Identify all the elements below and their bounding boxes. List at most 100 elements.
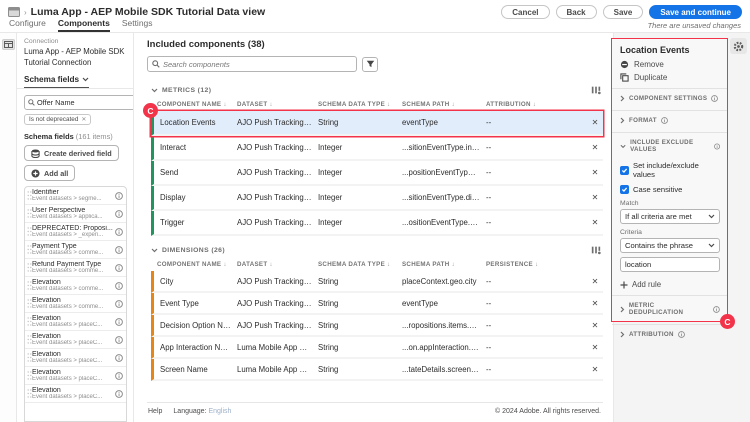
column-header[interactable]: ATTRIBUTION ↓ xyxy=(486,101,587,108)
column-header[interactable]: COMPONENT NAME ↓ xyxy=(157,101,237,108)
info-icon[interactable] xyxy=(115,335,123,344)
schema-field-item[interactable]: Elevation Event datasets > comme... xyxy=(25,295,126,314)
remove-component-icon[interactable]: ✕ xyxy=(587,218,603,227)
set-include-exclude-checkbox[interactable]: Set include/exclude values xyxy=(620,161,720,179)
connection-label: Connection xyxy=(24,38,59,45)
remove-component-icon[interactable]: ✕ xyxy=(587,168,603,177)
remove-component-icon[interactable]: ✕ xyxy=(587,343,603,352)
column-header[interactable]: DATASET ↓ xyxy=(237,101,318,108)
info-icon[interactable] xyxy=(115,299,123,308)
column-header[interactable]: PERSISTENCE ↓ xyxy=(486,261,587,268)
schema-field-item[interactable]: Elevation Event datasets > comme... xyxy=(25,277,126,296)
schema-field-item[interactable]: Elevation Event datasets > placeC... xyxy=(25,385,126,404)
metric-deduplication-section[interactable]: METRIC DEDUPLICATION xyxy=(620,296,720,318)
components-search-input[interactable] xyxy=(163,59,352,69)
criteria-select[interactable]: Contains the phrase xyxy=(620,238,720,253)
info-icon[interactable] xyxy=(115,263,123,272)
language-setting[interactable]: Language: English xyxy=(173,408,231,415)
component-row[interactable]: Send AJO Push Tracking Expe...Integer ...p… xyxy=(151,161,603,186)
settings-gear-button[interactable] xyxy=(730,38,747,54)
schema-fields-dropdown[interactable]: Schema fields xyxy=(24,75,90,90)
include-exclude-section[interactable]: INCLUDE EXCLUDE VALUES xyxy=(620,133,720,155)
component-row[interactable]: Location Events AJO Push Tracking Expe...… xyxy=(143,103,603,136)
info-icon[interactable] xyxy=(115,371,123,380)
column-header[interactable]: SCHEMA DATA TYPE ↓ xyxy=(318,261,402,268)
cancel-button[interactable]: Cancel xyxy=(501,5,550,19)
tab-settings[interactable]: Settings xyxy=(122,18,153,32)
component-row[interactable]: Interact AJO Push Tracking Expe...Integer… xyxy=(151,136,603,161)
tab-configure[interactable]: Configure xyxy=(9,18,46,32)
remove-chip-icon[interactable]: ✕ xyxy=(81,116,86,123)
remove-component-icon[interactable]: ✕ xyxy=(587,277,603,286)
component-settings-section[interactable]: COMPONENT SETTINGS xyxy=(620,89,720,104)
info-icon[interactable] xyxy=(115,191,123,200)
component-row[interactable]: App Interaction Name Luma Mobile App Even… xyxy=(151,337,603,359)
remove-component-icon[interactable]: ✕ xyxy=(587,365,603,374)
remove-component-icon[interactable]: ✕ xyxy=(587,299,603,308)
field-name: Refund Payment Type xyxy=(32,261,102,269)
schema-field-item[interactable]: Elevation Event datasets > placeC... xyxy=(25,367,126,386)
schema-field-item[interactable]: User Perspective Event datasets > applica… xyxy=(25,205,126,224)
save-button[interactable]: Save xyxy=(602,5,644,19)
language-value[interactable]: English xyxy=(208,408,231,415)
component-row[interactable]: Screen Name Luma Mobile App Event... Strin… xyxy=(151,359,603,381)
component-row[interactable]: Event Type AJO Push Tracking Expe...Strin… xyxy=(151,293,603,315)
schema-field-item[interactable]: Refund Payment Type Event datasets > comm… xyxy=(25,259,126,278)
column-header[interactable]: COMPONENT NAME ↓ xyxy=(157,261,237,268)
match-select[interactable]: If all criteria are met xyxy=(620,209,720,224)
component-row[interactable]: Trigger AJO Push Tracking Expe...Integer.… xyxy=(151,211,603,236)
column-settings-icon[interactable] xyxy=(591,85,601,95)
cell-type: Integer xyxy=(318,168,343,177)
remove-component-button[interactable]: Remove xyxy=(620,60,720,69)
field-path: Event datasets > _experi... xyxy=(32,232,104,239)
remove-component-icon[interactable]: ✕ xyxy=(587,193,603,202)
filter-chip-not-deprecated[interactable]: Is not deprecated ✕ xyxy=(24,114,92,126)
component-row[interactable]: City AJO Push Tracking Expe...String place… xyxy=(151,271,603,293)
column-header[interactable]: SCHEMA PATH ↓ xyxy=(402,261,486,268)
column-header[interactable]: DATASET ↓ xyxy=(237,261,318,268)
schema-field-item[interactable]: Elevation Event datasets > placeC... xyxy=(25,331,126,350)
remove-component-icon[interactable]: ✕ xyxy=(587,321,603,330)
info-icon[interactable] xyxy=(115,317,123,326)
data-views-rail-icon[interactable] xyxy=(1,39,15,50)
help-link[interactable]: Help xyxy=(148,408,162,415)
case-sensitive-checkbox[interactable]: Case sensitive xyxy=(620,185,720,194)
add-rule-button[interactable]: Add rule xyxy=(620,280,720,289)
save-and-continue-button[interactable]: Save and continue xyxy=(649,5,742,19)
tab-components[interactable]: Components xyxy=(57,18,110,32)
cell-dataset: AJO Push Tracking Expe... xyxy=(237,298,318,308)
info-icon[interactable] xyxy=(115,209,123,218)
schema-field-item[interactable]: Identifier Event datasets > segme... xyxy=(25,187,126,206)
info-icon[interactable] xyxy=(115,281,123,290)
info-icon xyxy=(713,305,720,313)
remove-component-icon[interactable]: ✕ xyxy=(587,143,603,152)
component-row[interactable]: Decision Option Name AJO Push Tracking Ex… xyxy=(151,315,603,337)
schema-search-input[interactable] xyxy=(37,98,131,108)
schema-sidebar: Connection Luma App - AEP Mobile SDK Tut… xyxy=(17,33,134,422)
attribution-section[interactable]: ATTRIBUTION xyxy=(620,325,720,340)
components-filter-button[interactable] xyxy=(362,56,378,72)
schema-field-item[interactable]: DEPRECATED: Proposi... Event datasets > _… xyxy=(25,223,126,242)
column-header[interactable]: SCHEMA PATH ↓ xyxy=(402,101,486,108)
create-derived-field-button[interactable]: Create derived field xyxy=(24,145,119,162)
info-icon[interactable] xyxy=(115,245,123,254)
format-section[interactable]: FORMAT xyxy=(620,111,720,126)
criteria-value-input[interactable] xyxy=(625,260,715,269)
column-settings-icon[interactable] xyxy=(591,245,601,255)
back-button[interactable]: Back xyxy=(555,5,597,19)
column-header[interactable]: SCHEMA DATA TYPE ↓ xyxy=(318,101,402,108)
field-name: Elevation xyxy=(32,369,61,377)
chevron-down-icon[interactable] xyxy=(151,88,158,93)
remove-component-icon[interactable]: ✕ xyxy=(587,118,603,127)
schema-field-item[interactable]: Elevation Event datasets > placeC... xyxy=(25,313,126,332)
derived-field-icon xyxy=(31,148,40,158)
info-icon[interactable] xyxy=(115,227,123,236)
info-icon[interactable] xyxy=(115,389,123,398)
chevron-down-icon[interactable] xyxy=(151,248,158,253)
duplicate-component-button[interactable]: Duplicate xyxy=(620,73,720,82)
add-all-button[interactable]: Add all xyxy=(24,165,76,182)
schema-field-item[interactable]: Elevation Event datasets > placeC... xyxy=(25,349,126,368)
schema-field-item[interactable]: Payment Type Event datasets > comme... xyxy=(25,241,126,260)
info-icon[interactable] xyxy=(115,353,123,362)
component-row[interactable]: Display AJO Push Tracking Expe...Integer.… xyxy=(151,186,603,211)
